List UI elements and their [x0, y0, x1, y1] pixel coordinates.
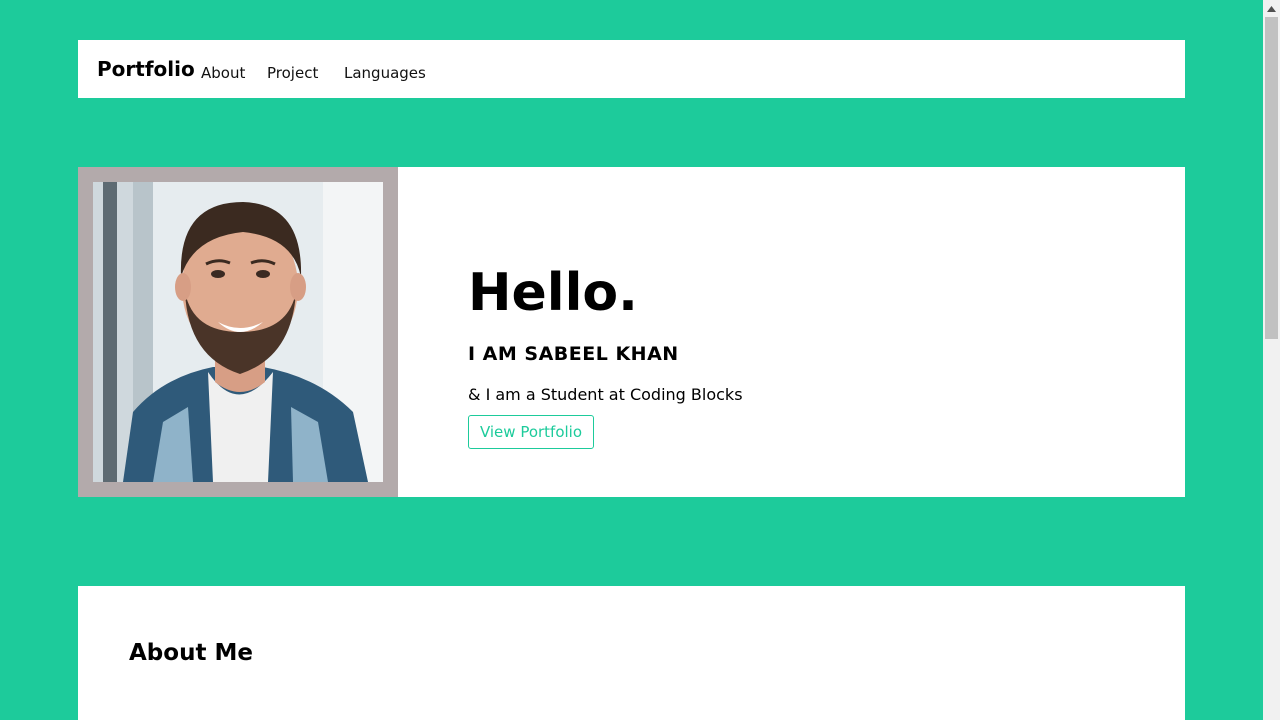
brand-link[interactable]: Portfolio — [97, 59, 195, 79]
about-section: About Me — [78, 586, 1185, 720]
nav-link-languages[interactable]: Languages — [344, 66, 426, 81]
triangle-up-icon[interactable] — [1263, 0, 1280, 17]
nav-link-project[interactable]: Project — [267, 66, 318, 81]
hero-subtitle: & I am a Student at Coding Blocks — [468, 385, 743, 404]
hero-name: I AM SABEEL KHAN — [468, 343, 679, 365]
profile-photo-frame — [78, 167, 398, 497]
nav-link-about[interactable]: About — [201, 66, 245, 81]
page: Portfolio About Project Languages Hello.… — [0, 0, 1263, 720]
scrollbar-thumb[interactable] — [1265, 17, 1278, 339]
navbar: Portfolio About Project Languages — [78, 40, 1185, 98]
about-title: About Me — [129, 640, 253, 666]
hero-greeting: Hello. — [468, 263, 638, 323]
vertical-scrollbar[interactable] — [1263, 0, 1280, 720]
view-portfolio-button[interactable]: View Portfolio — [468, 415, 594, 449]
profile-photo — [93, 182, 383, 482]
hero-section: Hello. I AM SABEEL KHAN & I am a Student… — [78, 167, 1185, 497]
